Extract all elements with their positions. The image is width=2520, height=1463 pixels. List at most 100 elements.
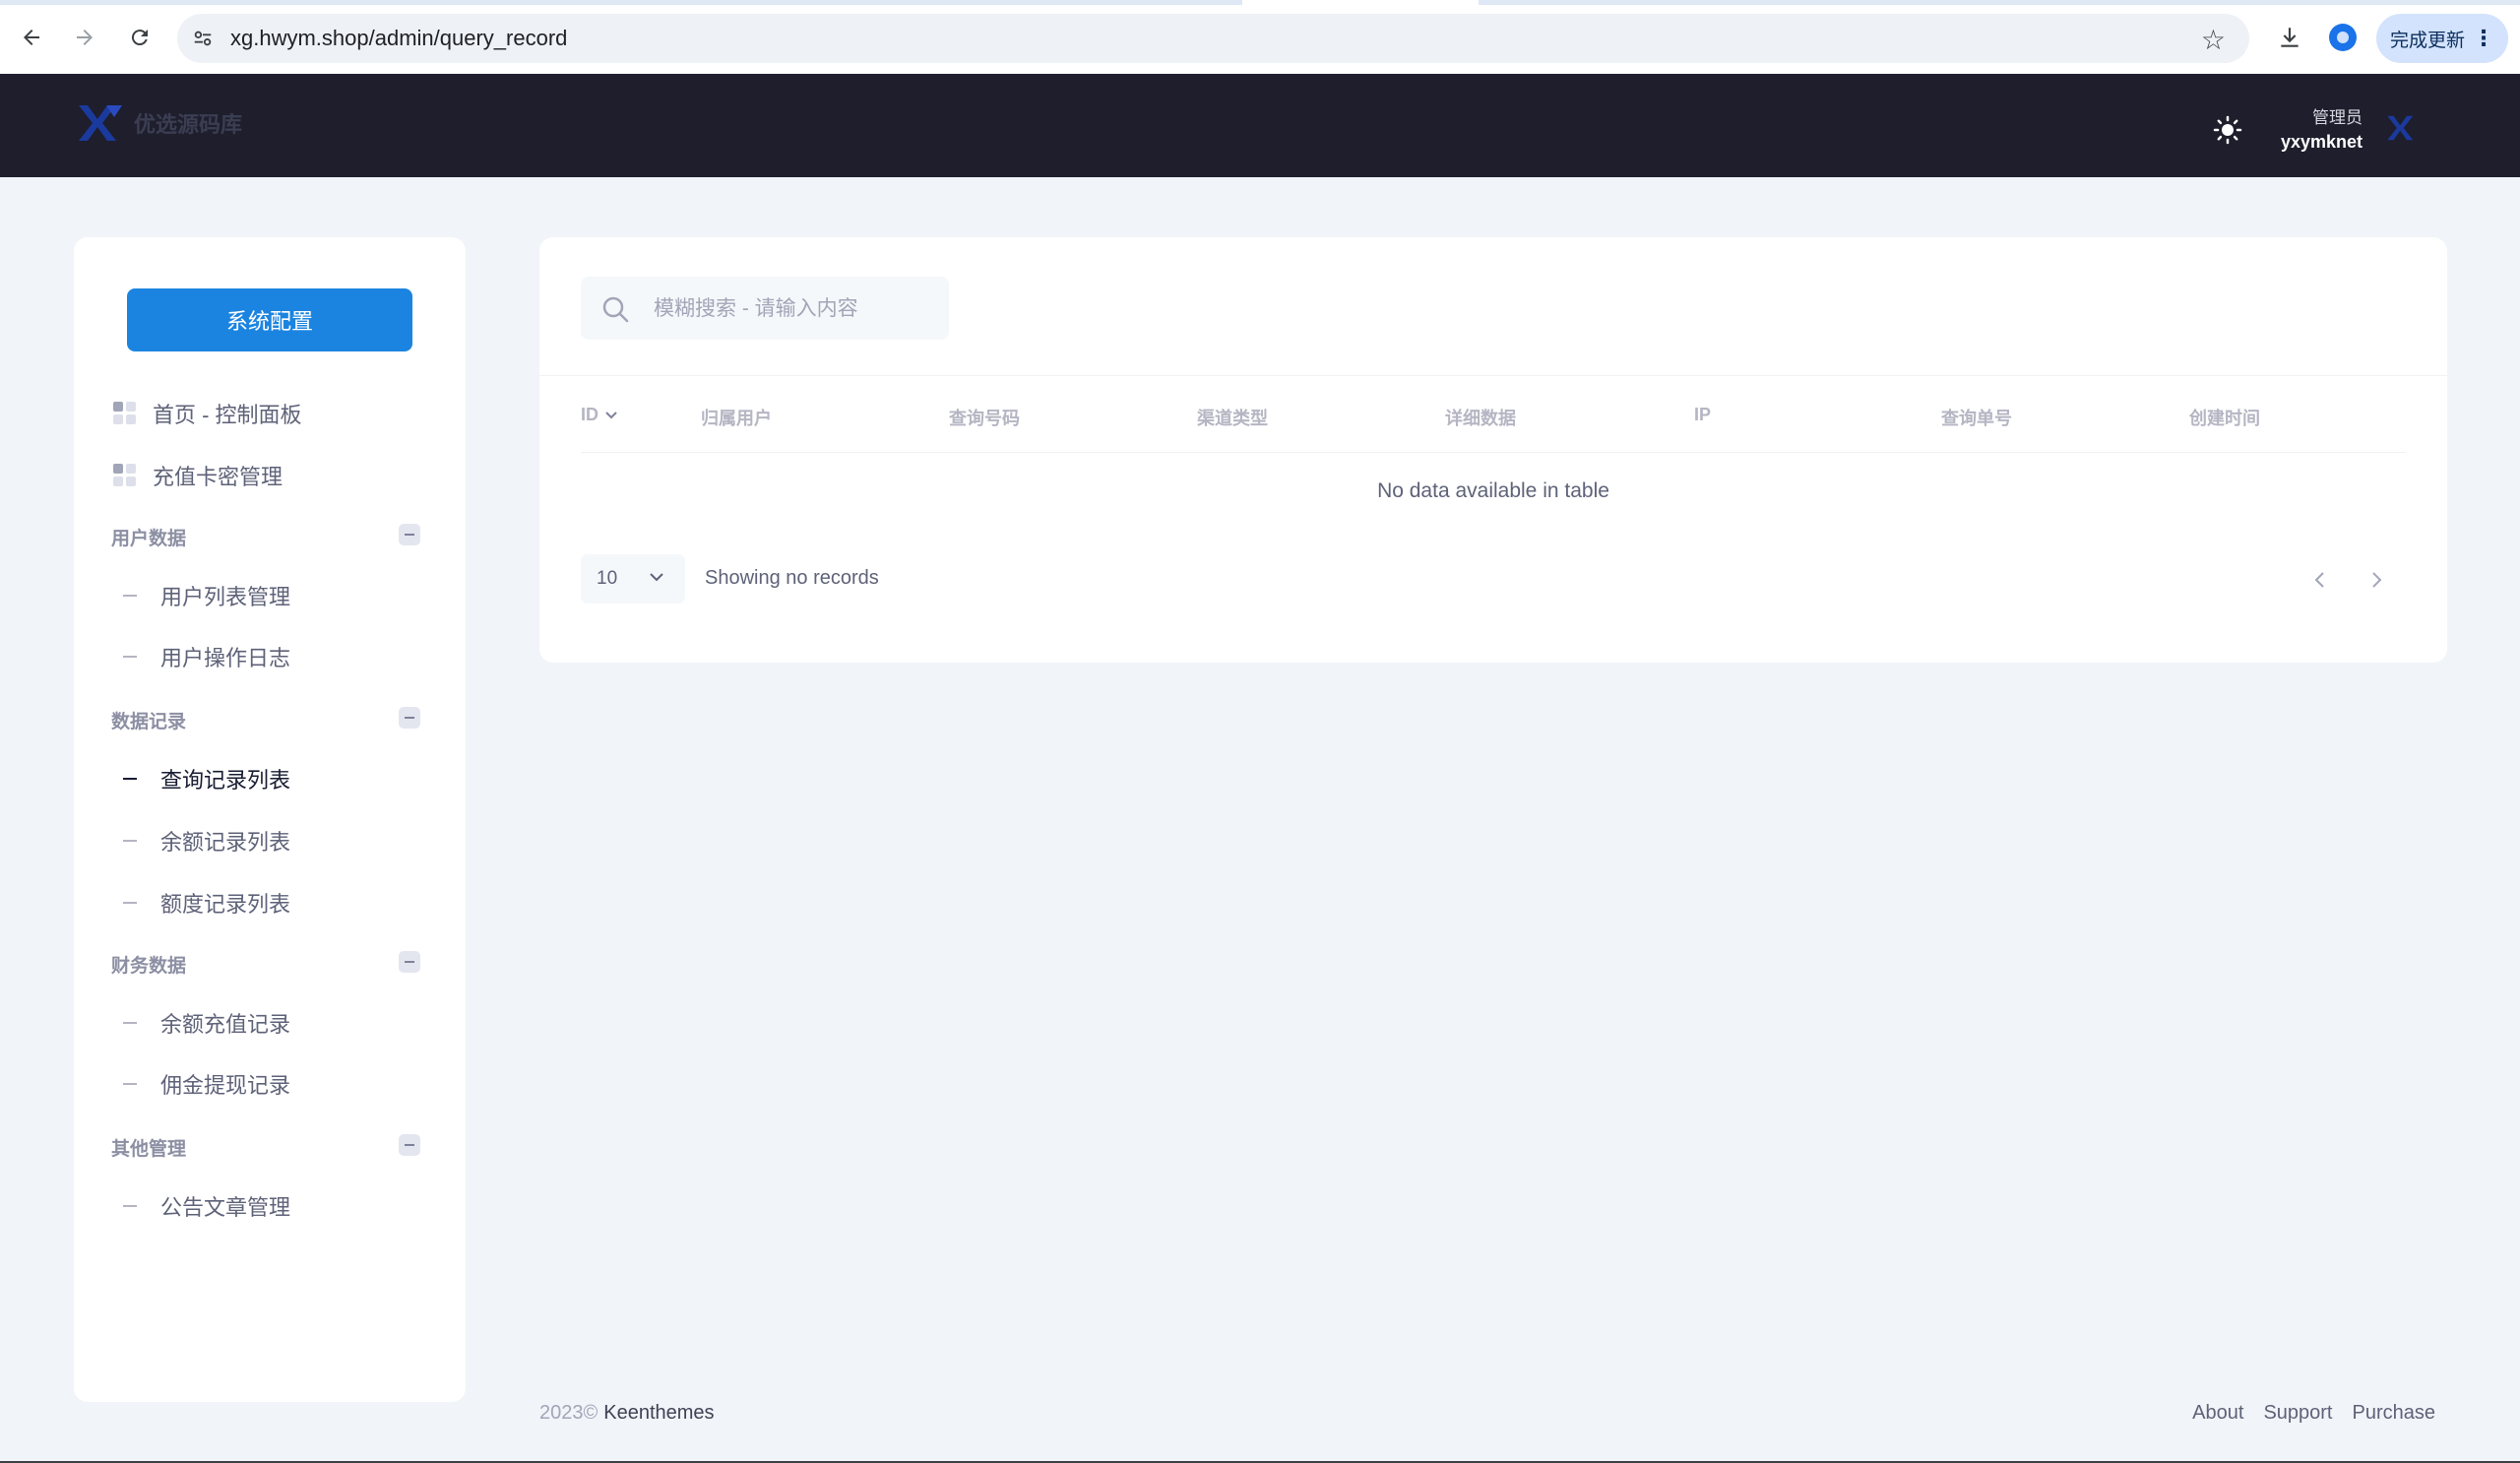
chevron-left-icon [2314, 572, 2324, 588]
bullet-dash-icon [123, 595, 137, 597]
user-role: 管理员 [2312, 108, 2362, 127]
forward-button[interactable] [67, 20, 102, 55]
url-text[interactable]: xg.hwym.shop/admin/query_record [230, 26, 567, 51]
collapse-other-management-button[interactable] [399, 1134, 420, 1156]
bullet-dash-icon [123, 656, 137, 658]
sidebar-item-balance-records[interactable]: 余额记录列表 [113, 821, 290, 860]
address-bar[interactable]: xg.hwym.shop/admin/query_record ☆ [177, 14, 2249, 63]
column-header-label: 渠道类型 [1197, 409, 1268, 428]
empty-table-message: No data available in table [1377, 479, 1609, 502]
back-button[interactable] [14, 20, 49, 55]
chevron-down-icon [650, 573, 663, 582]
bullet-dash-icon [123, 902, 137, 904]
sidebar-item-label: 查询记录列表 [160, 768, 291, 793]
column-header-label: 归属用户 [701, 409, 772, 428]
sidebar-item-quota-records[interactable]: 额度记录列表 [113, 883, 290, 922]
logo[interactable]: 优选源码库 [77, 103, 242, 145]
minus-icon [405, 717, 414, 719]
sidebar-item-label: 佣金提现记录 [160, 1073, 291, 1098]
column-header-channel[interactable]: 渠道类型 [1197, 405, 1268, 430]
bullet-dash-icon [123, 1083, 137, 1085]
arrow-right-icon [77, 30, 93, 45]
user-info[interactable]: 管理员 yxymknet [2254, 103, 2362, 153]
collapse-finance-data-button[interactable] [399, 951, 420, 973]
column-header-query-number[interactable]: 查询号码 [949, 405, 1020, 430]
sidebar-item-label: 用户列表管理 [160, 585, 291, 609]
query-records-card: ID 归属用户 查询号码 渠道类型 详细数据 IP 查询单号 创建时间 No d… [539, 237, 2447, 663]
system-config-button[interactable]: 系统配置 [127, 288, 412, 351]
sidebar-item-user-logs[interactable]: 用户操作日志 [113, 637, 290, 676]
search-box[interactable] [581, 277, 949, 340]
column-header-label: 创建时间 [2189, 409, 2260, 428]
column-header-label: 查询单号 [1941, 409, 2012, 428]
collapse-user-data-button[interactable] [399, 524, 420, 545]
column-header-details[interactable]: 详细数据 [1445, 405, 1516, 430]
column-header-ip[interactable]: IP [1694, 405, 1711, 425]
section-title-finance-data: 财务数据 [111, 956, 187, 977]
footer-year: 2023© [539, 1402, 598, 1424]
column-header-label: IP [1694, 405, 1712, 424]
footer-links: About Support Purchase [2192, 1402, 2435, 1425]
minus-icon [405, 961, 414, 963]
next-page-button[interactable] [2359, 562, 2394, 598]
sidebar-item-dashboard[interactable]: 首页 - 控制面板 [113, 394, 302, 433]
sidebar-item-label: 首页 - 控制面板 [153, 403, 302, 427]
minus-icon [405, 534, 414, 536]
collapse-data-records-button[interactable] [399, 707, 420, 729]
update-button[interactable]: 完成更新 ⋮ [2376, 14, 2508, 63]
footer-purchase-link[interactable]: Purchase [2353, 1402, 2436, 1425]
section-title-data-records: 数据记录 [111, 712, 187, 732]
update-label: 完成更新 [2389, 30, 2465, 51]
sidebar-item-label: 额度记录列表 [160, 892, 291, 917]
logo-mark-icon [77, 103, 126, 145]
theme-toggle-icon[interactable] [2211, 113, 2244, 147]
site-settings-icon[interactable] [191, 27, 215, 50]
sidebar-item-recharge-cards[interactable]: 充值卡密管理 [113, 456, 283, 495]
search-input[interactable] [652, 290, 941, 328]
search-icon [602, 296, 629, 323]
reload-button[interactable] [122, 20, 158, 55]
sidebar-item-announcements[interactable]: 公告文章管理 [113, 1186, 290, 1226]
bullet-dash-icon [123, 1022, 137, 1024]
sidebar-item-label: 余额充值记录 [160, 1012, 291, 1037]
footer-copyright: 2023© Keenthemes [539, 1402, 715, 1425]
cards-grid-icon [113, 464, 137, 487]
page-size-select[interactable]: 10 [581, 554, 685, 604]
footer-support-link[interactable]: Support [2263, 1402, 2332, 1425]
records-info: Showing no records [705, 567, 879, 589]
sidebar-item-query-records[interactable]: 查询记录列表 [113, 759, 290, 798]
download-icon[interactable] [2272, 20, 2307, 55]
dashboard-grid-icon [113, 402, 137, 425]
footer-brand-link[interactable]: Keenthemes [603, 1402, 714, 1424]
page-size-value: 10 [597, 568, 618, 589]
reload-icon [131, 30, 148, 46]
profile-avatar-icon[interactable] [2329, 24, 2357, 51]
bookmark-star-icon[interactable]: ☆ [2201, 24, 2226, 56]
browser-toolbar: xg.hwym.shop/admin/query_record ☆ 完成更新 ⋮ [0, 0, 2520, 75]
sidebar-item-balance-recharge[interactable]: 余额充值记录 [113, 1003, 290, 1043]
more-menu-icon: ⋮ [2473, 26, 2494, 50]
logo-text: 优选源码库 [134, 112, 243, 138]
user-avatar[interactable] [2380, 105, 2426, 151]
bullet-dash-icon [123, 778, 137, 780]
tab-strip-line [0, 0, 2520, 5]
bullet-dash-icon [123, 840, 137, 842]
sidebar-item-user-list[interactable]: 用户列表管理 [113, 576, 290, 615]
column-header-order-number[interactable]: 查询单号 [1941, 405, 2012, 430]
column-header-label: ID [581, 405, 598, 424]
sidebar-item-label: 公告文章管理 [160, 1195, 291, 1220]
sidebar-item-commission-withdraw[interactable]: 佣金提现记录 [113, 1064, 290, 1104]
column-header-created-time[interactable]: 创建时间 [2189, 405, 2260, 430]
card-divider [539, 375, 2447, 376]
column-header-owner[interactable]: 归属用户 [701, 405, 772, 430]
chevron-right-icon [2372, 572, 2382, 588]
footer-about-link[interactable]: About [2192, 1402, 2243, 1425]
bullet-dash-icon [123, 1205, 137, 1207]
previous-page-button[interactable] [2302, 562, 2338, 598]
column-header-id[interactable]: ID [581, 405, 618, 425]
sidebar-item-label: 用户操作日志 [160, 646, 291, 670]
table-header-divider [581, 452, 2406, 453]
app-header: 优选源码库 管理员 yxymknet [0, 74, 2520, 177]
column-header-label: 详细数据 [1445, 409, 1516, 428]
column-header-label: 查询号码 [949, 409, 1020, 428]
